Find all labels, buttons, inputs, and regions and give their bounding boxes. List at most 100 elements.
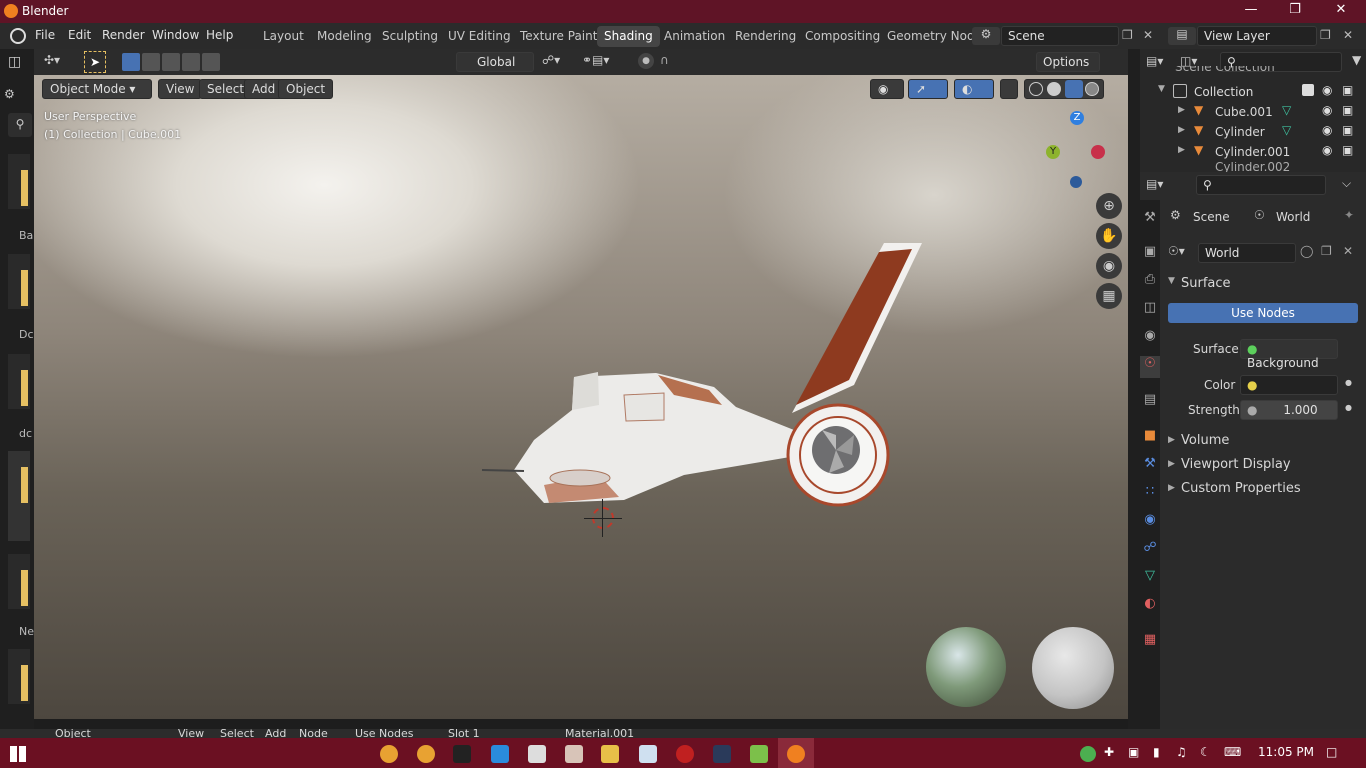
tab-compositing[interactable]: Compositing — [798, 26, 887, 47]
filter-icon[interactable]: ▼ — [1352, 53, 1361, 67]
constraints-tab-icon[interactable]: ☍ — [1140, 540, 1160, 562]
texture-tab-icon[interactable]: ▦ — [1140, 632, 1160, 654]
folder-icon[interactable]: ◫ — [8, 54, 28, 72]
unity-icon[interactable] — [528, 745, 546, 763]
scene-tab-icon[interactable]: ◉ — [1140, 328, 1160, 350]
file-explorer-icon[interactable] — [601, 745, 619, 763]
outliner-row-object[interactable]: ▶ ▼ Cylinder.001 ◉ ▣ — [1140, 142, 1366, 162]
modifier-tab-icon[interactable]: ⚒ — [1140, 456, 1160, 478]
keyboard-icon[interactable]: ⌨ — [1224, 745, 1241, 759]
material-preview-icon[interactable] — [1065, 80, 1083, 98]
asset-thumbnail[interactable] — [8, 254, 30, 309]
gizmo-z-axis[interactable]: Z — [1070, 111, 1084, 125]
notepad-icon[interactable] — [639, 745, 657, 763]
camera-icon[interactable]: ▣ — [1342, 123, 1353, 137]
tab-uv-editing[interactable]: UV Editing — [441, 26, 518, 47]
select-extend-icon[interactable] — [142, 53, 160, 71]
volume-icon[interactable]: ♫ — [1176, 745, 1187, 759]
object-menu[interactable]: Object — [278, 79, 334, 99]
visibility-icon[interactable]: ◉ — [870, 79, 904, 99]
pin-icon[interactable]: ✦ — [1344, 208, 1354, 222]
tray-shield-icon[interactable]: ✚ — [1104, 745, 1114, 759]
proportional-editing-icon[interactable]: ● — [638, 53, 654, 69]
vscode-icon[interactable] — [491, 745, 509, 763]
menu-window[interactable]: Window — [152, 28, 199, 42]
clock-time[interactable]: 11:05 PM — [1258, 745, 1314, 759]
surface-panel-header[interactable]: Surface — [1181, 276, 1231, 291]
expand-arrow-icon[interactable]: ▶ — [1178, 105, 1185, 115]
select-intersect-icon[interactable] — [202, 53, 220, 71]
windows-start-icon[interactable] — [10, 746, 26, 762]
viewport-display-panel-header[interactable]: Viewport Display — [1181, 457, 1291, 472]
file-browser-icon[interactable]: ⚙ — [4, 87, 22, 105]
view-layer-field[interactable]: View Layer — [1197, 26, 1317, 46]
render-tab-icon[interactable]: ▣ — [1140, 244, 1160, 266]
checkbox-icon[interactable] — [1302, 84, 1314, 96]
wifi-icon[interactable]: ☾ — [1200, 745, 1211, 759]
expand-arrow-icon[interactable]: ▶ — [1178, 145, 1185, 155]
unlink-world-icon[interactable]: ✕ — [1343, 244, 1353, 258]
particles-tab-icon[interactable]: ∷ — [1140, 484, 1160, 506]
camera-icon[interactable]: ▣ — [1342, 143, 1353, 157]
editor-type-icon[interactable]: ✣▾ — [44, 53, 72, 71]
shader-add-menu[interactable]: Add — [265, 729, 286, 738]
perspective-grid-icon[interactable]: ▦ — [1096, 283, 1122, 309]
object-tab-icon[interactable]: ■ — [1140, 428, 1160, 450]
fake-user-icon[interactable]: ◯ — [1300, 244, 1313, 258]
asset-thumbnail[interactable] — [8, 649, 30, 704]
tab-texture-paint[interactable]: Texture Paint — [513, 26, 604, 47]
asset-thumbnail[interactable] — [8, 451, 30, 541]
transform-orientation-dropdown[interactable]: Global — [456, 52, 534, 72]
outliner-row-object[interactable]: ▶ ▼ Cube.001 ▽ ◉ ▣ — [1140, 102, 1366, 122]
new-view-layer-icon[interactable]: ❐ — [1320, 28, 1336, 42]
tool-tab-icon[interactable]: ⚒ — [1140, 210, 1160, 232]
duplicate-world-icon[interactable]: ❐ — [1321, 244, 1332, 258]
select-subtract-icon[interactable] — [162, 53, 180, 71]
material-tab-icon[interactable]: ◐ — [1140, 596, 1160, 618]
scene-selector-icon[interactable]: ⚙ — [972, 27, 1000, 45]
pan-hand-icon[interactable]: ✋ — [1096, 223, 1122, 249]
properties-editor-type-icon[interactable]: ▤▾ — [1146, 177, 1176, 191]
menu-render[interactable]: Render — [102, 28, 145, 42]
tray-app-icon[interactable] — [1080, 746, 1096, 762]
asset-thumbnail[interactable] — [8, 354, 30, 409]
new-scene-icon[interactable]: ❐ — [1122, 28, 1138, 44]
3d-viewport[interactable]: Object Mode ▾ View Select Add Object Use… — [34, 75, 1128, 719]
shader-use-nodes-checkbox[interactable]: Use Nodes — [355, 729, 414, 738]
spaceship-model[interactable] — [474, 235, 934, 535]
shader-object-dropdown[interactable]: Object — [55, 729, 91, 738]
shader-select-menu[interactable]: Select — [220, 729, 254, 738]
tray-display-icon[interactable]: ▣ — [1128, 745, 1139, 759]
asset-thumbnail[interactable] — [8, 154, 30, 209]
blender-taskbar-button[interactable] — [778, 738, 814, 768]
gizmo-y-axis[interactable]: Y — [1046, 145, 1060, 159]
maximize-icon[interactable]: ❐ — [1272, 2, 1318, 22]
custom-properties-panel-header[interactable]: Custom Properties — [1181, 481, 1301, 496]
strength-field[interactable]: ● 1.000 — [1240, 400, 1338, 420]
select-invert-icon[interactable] — [182, 53, 200, 71]
expand-arrow-icon[interactable]: ▶ — [1168, 483, 1175, 493]
tab-modeling[interactable]: Modeling — [310, 26, 379, 47]
tab-rendering[interactable]: Rendering — [728, 26, 803, 47]
keyframe-dot-icon[interactable]: ● — [1345, 378, 1352, 387]
eye-icon[interactable]: ◉ — [1322, 83, 1332, 97]
xray-icon[interactable] — [1000, 79, 1018, 99]
menu-edit[interactable]: Edit — [68, 28, 91, 42]
tab-animation[interactable]: Animation — [657, 26, 732, 47]
menu-file[interactable]: File — [35, 28, 55, 42]
world-name-field[interactable]: World — [1198, 243, 1296, 263]
tab-layout[interactable]: Layout — [256, 26, 311, 47]
eye-icon[interactable]: ◉ — [1322, 143, 1332, 157]
area-divider[interactable] — [1128, 49, 1140, 729]
gizmo-neg-z-axis[interactable] — [1070, 176, 1082, 188]
terminal-icon[interactable] — [453, 745, 471, 763]
outliner-row-object[interactable]: ▶ ▼ Cylinder ▽ ◉ ▣ — [1140, 122, 1366, 142]
notification-icon[interactable]: □ — [1326, 745, 1337, 759]
volume-panel-header[interactable]: Volume — [1181, 433, 1229, 448]
world-tab-icon[interactable]: ☉ — [1140, 356, 1160, 378]
camera-icon[interactable]: ▣ — [1342, 83, 1353, 97]
camera-view-icon[interactable]: ◉ — [1096, 253, 1122, 279]
collapse-arrow-icon[interactable]: ▼ — [1168, 276, 1175, 286]
wireframe-shading-icon[interactable] — [1029, 82, 1043, 96]
tab-shading[interactable]: Shading — [597, 26, 660, 47]
